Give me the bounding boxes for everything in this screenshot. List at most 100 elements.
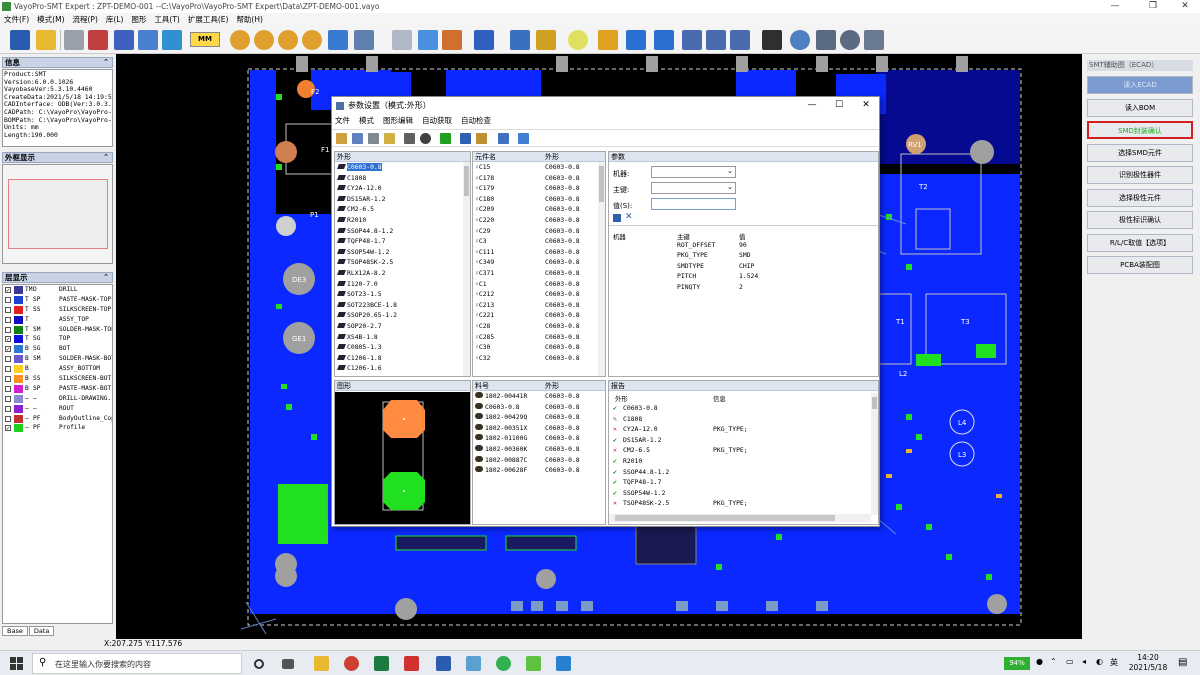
component-row[interactable]: ♯C178 C0603-0.8 bbox=[473, 173, 605, 184]
cad-bom-icon[interactable] bbox=[114, 30, 134, 50]
import-icon[interactable] bbox=[460, 133, 471, 144]
overview-panel[interactable] bbox=[2, 164, 113, 264]
pin-icon[interactable] bbox=[498, 133, 509, 144]
report-row[interactable]: ✔ TQFP48-1.7 bbox=[609, 477, 871, 488]
component-row[interactable]: ♯C213 C0603-0.8 bbox=[473, 300, 605, 311]
tool-a-icon[interactable] bbox=[682, 30, 702, 50]
menu-mode[interactable]: 模式(M) bbox=[33, 15, 68, 24]
key-select[interactable]: ⌄ bbox=[651, 182, 736, 194]
save-icon[interactable] bbox=[613, 214, 621, 222]
shape-list-item[interactable]: XS4B-1.8 bbox=[335, 332, 470, 343]
dialog-minimize-button[interactable]: — bbox=[798, 97, 826, 114]
collapse-icon[interactable]: ⌃ bbox=[103, 153, 109, 162]
part-row[interactable]: 1802-00628F C0603-0.8 bbox=[473, 465, 605, 476]
component-row[interactable]: ♯C3 C0603-0.8 bbox=[473, 236, 605, 247]
dialog-maximize-button[interactable]: ☐ bbox=[825, 97, 853, 114]
menu-tools[interactable]: 工具(T) bbox=[150, 15, 183, 24]
layer-checkbox[interactable]: ✓ bbox=[5, 346, 11, 353]
layer-color-swatch[interactable] bbox=[14, 295, 23, 304]
dmenu-auto-get[interactable]: 自动获取 bbox=[422, 116, 452, 125]
footprint-preview[interactable] bbox=[335, 392, 470, 524]
shape-list-item[interactable]: RLX12A-8.2 bbox=[335, 268, 470, 279]
component-row[interactable]: ♯C32 C0603-0.8 bbox=[473, 353, 605, 364]
layer-row[interactable]: ✓ B SG BOT bbox=[3, 344, 112, 354]
taskbar-search[interactable]: ⚲ 在这里输入你要搜索的内容 bbox=[32, 653, 242, 674]
layer-color-swatch[interactable] bbox=[14, 404, 23, 413]
zoom-fit-icon[interactable] bbox=[302, 30, 322, 50]
right-action-button[interactable]: 识别极性器件 bbox=[1087, 166, 1193, 184]
ime-language[interactable]: 英 bbox=[1110, 657, 1118, 668]
report-h-scrollbar[interactable] bbox=[609, 514, 871, 522]
handshake-icon[interactable] bbox=[762, 30, 782, 50]
chrome-icon[interactable] bbox=[344, 656, 359, 671]
grid-icon[interactable] bbox=[864, 30, 884, 50]
dmenu-edit[interactable]: 图形编辑 bbox=[383, 116, 413, 125]
shape-list-item[interactable]: SOP20-2.7 bbox=[335, 321, 470, 332]
layer-row[interactable]: ✓ TM D DRILL bbox=[3, 285, 112, 295]
windows-start-icon[interactable] bbox=[10, 657, 23, 670]
filter-icon[interactable] bbox=[384, 133, 395, 144]
refresh-icon[interactable] bbox=[420, 133, 431, 144]
collapse-icon[interactable]: ⌃ bbox=[103, 273, 109, 282]
layer-row[interactable]: ✓ — PF Profile bbox=[3, 423, 112, 433]
component-row[interactable]: ♯C15 C0603-0.8 bbox=[473, 162, 605, 173]
report-row[interactable]: ✔ R2010 bbox=[609, 456, 871, 467]
param-row[interactable]: SMDTYPE CHIP bbox=[609, 261, 878, 271]
component-row[interactable]: ♯C179 C0603-0.8 bbox=[473, 183, 605, 194]
layer-color-swatch[interactable] bbox=[14, 345, 23, 354]
layer-color-swatch[interactable] bbox=[14, 335, 23, 344]
shape-list-item[interactable]: SSOP44.8-1.2 bbox=[335, 226, 470, 237]
layer-row[interactable]: T SP PASTE-MASK-TOP bbox=[3, 295, 112, 305]
chevron-up-icon[interactable]: ⌃ bbox=[1050, 657, 1057, 666]
pan-icon[interactable] bbox=[328, 30, 348, 50]
shape-list-item[interactable]: SOT23-1.5 bbox=[335, 289, 470, 300]
param-row[interactable]: PKG_TYPE SMD bbox=[609, 250, 878, 260]
layer-color-swatch[interactable] bbox=[14, 365, 23, 374]
layer-color-swatch[interactable] bbox=[14, 305, 23, 314]
report-row[interactable]: ✔ C0603-0.8 bbox=[609, 403, 871, 414]
fill-icon[interactable] bbox=[474, 30, 494, 50]
check-icon[interactable] bbox=[440, 133, 451, 144]
shape-list-item[interactable]: SSOP20.65-1.2 bbox=[335, 310, 470, 321]
pencil-icon[interactable] bbox=[598, 30, 618, 50]
notification-icon[interactable]: ▤ bbox=[1178, 657, 1187, 668]
right-action-button[interactable]: SMD封装确认 bbox=[1087, 121, 1193, 139]
zoom-out-icon[interactable] bbox=[254, 30, 274, 50]
layer-color-swatch[interactable] bbox=[14, 315, 23, 324]
shape-list-item[interactable]: SSOP54W-1.2 bbox=[335, 247, 470, 258]
part-row[interactable]: 1802-00351X C0603-0.8 bbox=[473, 423, 605, 434]
settings-gear-icon[interactable] bbox=[138, 30, 158, 50]
right-action-button[interactable]: PCBA装配图 bbox=[1087, 256, 1193, 274]
shape-list-item[interactable]: SOT223BCE-1.8 bbox=[335, 300, 470, 311]
layer-row[interactable]: B SM SOLDER-MASK-BOT bbox=[3, 354, 112, 364]
shape-list-item[interactable]: R2010 bbox=[335, 215, 470, 226]
menu-library[interactable]: 库(L) bbox=[102, 15, 128, 24]
mic-icon[interactable]: ● bbox=[1036, 657, 1043, 666]
right-action-button[interactable]: R/L/C取值【选项】 bbox=[1087, 233, 1193, 252]
layer-color-swatch[interactable] bbox=[14, 424, 23, 433]
open-icon[interactable] bbox=[336, 133, 347, 144]
vayo-icon[interactable] bbox=[526, 656, 541, 671]
shape-list-item[interactable]: TSOP48SK-2.5 bbox=[335, 257, 470, 268]
chip-icon[interactable] bbox=[536, 30, 556, 50]
layer-checkbox[interactable] bbox=[5, 306, 11, 313]
param-row[interactable]: ROT_OFFSET 90 bbox=[609, 240, 878, 250]
layer-checkbox[interactable] bbox=[5, 296, 11, 303]
dmenu-mode[interactable]: 模式 bbox=[359, 116, 374, 125]
unit-selector[interactable]: MM bbox=[190, 32, 220, 47]
component-row[interactable]: ♯C29 C0603-0.8 bbox=[473, 226, 605, 237]
layer-row[interactable]: T SM SOLDER-MASK-TOP bbox=[3, 325, 112, 335]
copy-icon[interactable] bbox=[352, 133, 363, 144]
layer-color-swatch[interactable] bbox=[14, 394, 23, 403]
clock[interactable]: 14:20 2021/5/18 bbox=[1126, 653, 1170, 673]
word-icon[interactable] bbox=[436, 656, 451, 671]
rotate-icon[interactable] bbox=[354, 30, 374, 50]
layer-color-swatch[interactable] bbox=[14, 375, 23, 384]
battery-indicator[interactable]: 94% bbox=[1004, 657, 1030, 670]
layer-checkbox[interactable] bbox=[5, 326, 11, 333]
tab-base[interactable]: Base bbox=[2, 626, 28, 636]
shape-list-item[interactable]: C1206-1.6 bbox=[335, 363, 470, 374]
value-input[interactable] bbox=[651, 198, 736, 210]
layer-color-swatch[interactable] bbox=[14, 355, 23, 364]
layer-checkbox[interactable]: ✓ bbox=[5, 287, 11, 294]
